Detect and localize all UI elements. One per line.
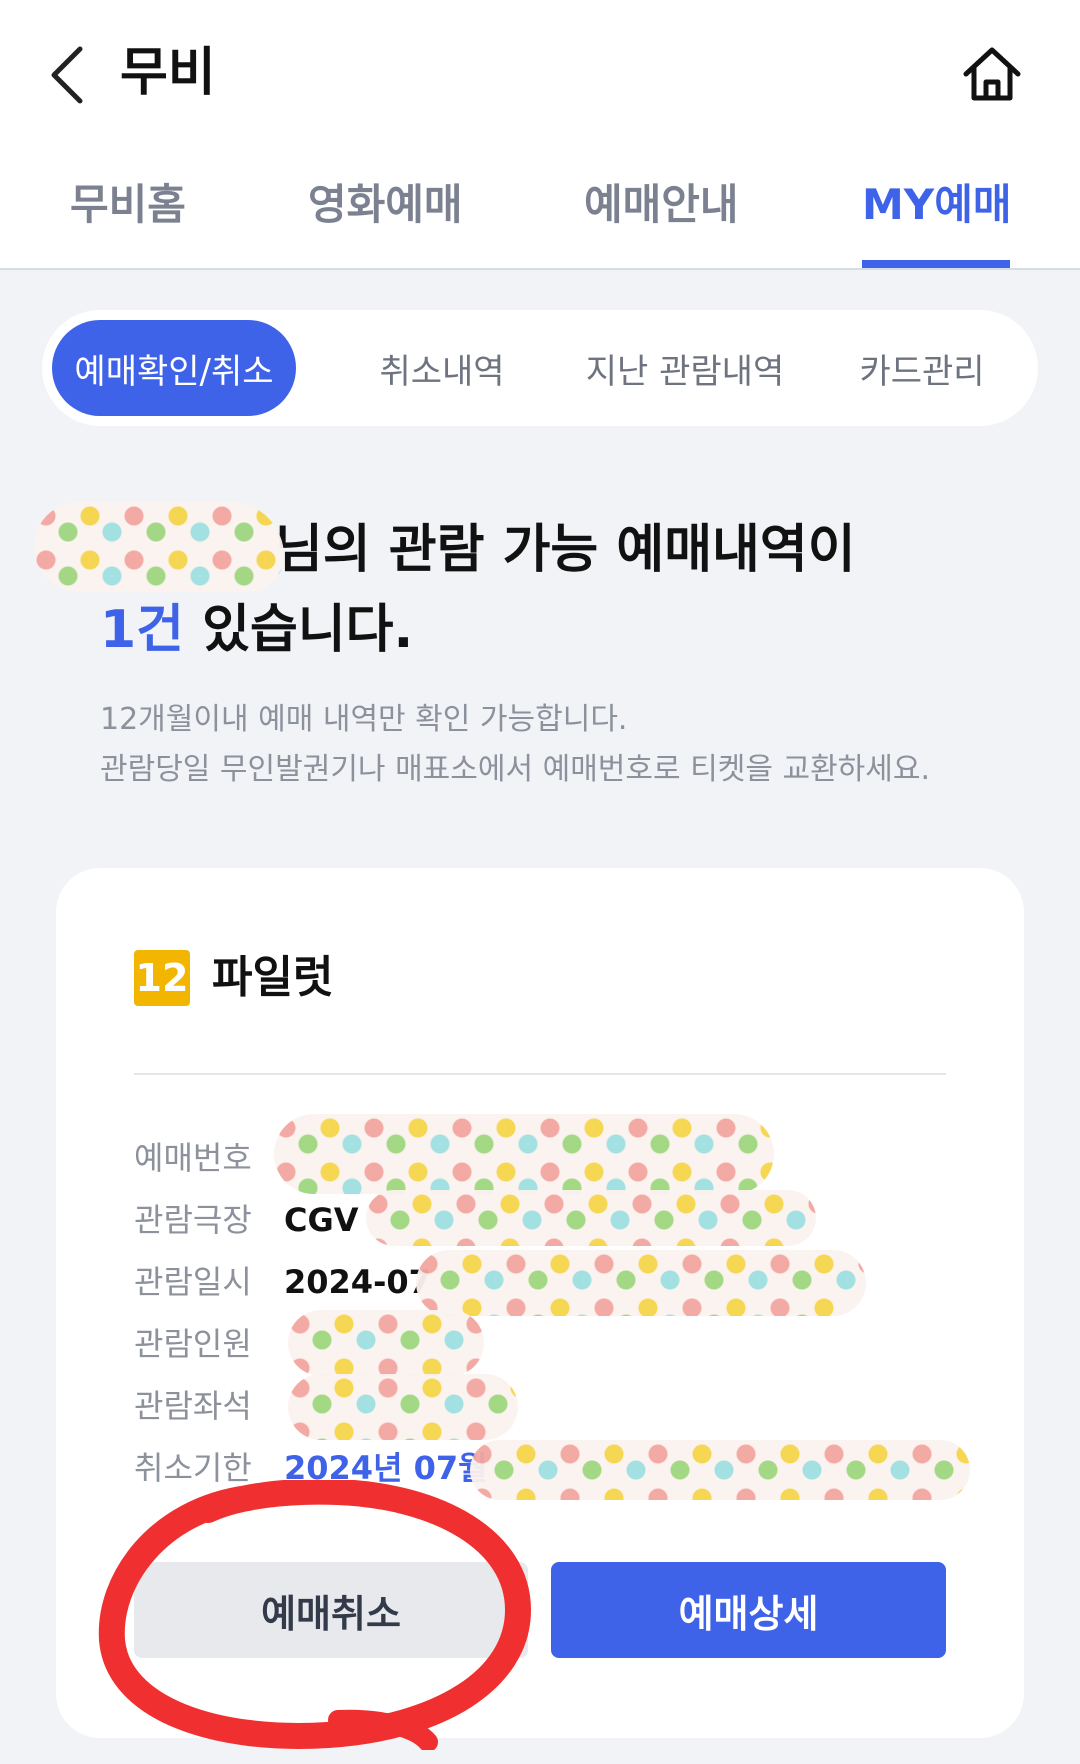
app-header: 무비 무비홈 영화예매 예매안내 MY예매 — [0, 0, 1080, 270]
privacy-mask — [274, 1114, 774, 1194]
info-label: 예매번호 — [134, 1139, 252, 1177]
tab-movie-booking[interactable]: 영화예매 — [308, 170, 463, 270]
info-value: CGV — [284, 1201, 359, 1239]
summary-text-2: 있습니다. — [184, 600, 414, 660]
info-label: 관람일시 — [134, 1263, 252, 1301]
notice-line-2: 관람당일 무인발권기나 매표소에서 예매번호로 티켓을 교환하세요. — [100, 752, 931, 787]
info-label: 관람인원 — [134, 1325, 252, 1363]
notice-text: 12개월이내 예매 내역만 확인 가능합니다. 관람당일 무인발권기나 매표소에… — [100, 695, 1000, 795]
privacy-mask — [366, 1190, 816, 1246]
info-row-seat: 관람좌석 — [134, 1378, 954, 1434]
divider — [134, 1073, 946, 1075]
home-icon — [963, 47, 1021, 101]
summary-heading-2: 1건 있습니다. — [100, 590, 413, 670]
privacy-mask — [288, 1310, 484, 1376]
info-label: 관람극장 — [134, 1201, 252, 1239]
info-value: 2024년 07월 — [284, 1449, 488, 1487]
notice-line-1: 12개월이내 예매 내역만 확인 가능합니다. — [100, 702, 628, 737]
booking-detail-button[interactable]: 예매상세 — [551, 1562, 946, 1658]
ticket-card: 12 파일럿 예매번호 관람극장 CGV 관람일시 2024-07 관람인원 관… — [56, 868, 1024, 1738]
booking-count: 1건 — [100, 600, 185, 660]
movie-title: 파일럿 — [212, 952, 334, 1003]
privacy-mask — [416, 1250, 866, 1316]
sub-tab-cancel-history[interactable]: 취소내역 — [342, 320, 542, 416]
sub-tab-past-viewing[interactable]: 지난 관람내역 — [550, 320, 820, 416]
info-label: 관람좌석 — [134, 1387, 252, 1425]
active-tab-indicator — [862, 260, 1010, 268]
tab-booking-guide[interactable]: 예매안내 — [584, 170, 739, 270]
chevron-left-icon — [51, 46, 83, 104]
info-label: 취소기한 — [134, 1449, 252, 1487]
cancel-booking-button[interactable]: 예매취소 — [134, 1562, 528, 1658]
main-tabs: 무비홈 영화예매 예매안내 MY예매 — [0, 170, 1080, 270]
info-row-people: 관람인원 — [134, 1316, 954, 1372]
tab-movie-home[interactable]: 무비홈 — [70, 170, 186, 270]
sub-tab-booking-check-cancel[interactable]: 예매확인/취소 — [52, 320, 296, 416]
privacy-mask — [288, 1374, 518, 1440]
home-button[interactable] — [956, 38, 1028, 110]
page-title: 무비 — [120, 43, 216, 103]
tab-my-booking[interactable]: MY예매 — [862, 170, 1012, 270]
page: 무비 무비홈 영화예매 예매안내 MY예매 예매확인/취소 취소내역 지난 관람… — [0, 0, 1080, 1764]
info-value: 2024-07 — [284, 1263, 431, 1301]
privacy-mask — [34, 502, 284, 592]
back-button[interactable] — [36, 40, 96, 110]
privacy-mask — [470, 1440, 970, 1500]
sub-tabs: 예매확인/취소 취소내역 지난 관람내역 카드관리 — [42, 310, 1038, 426]
summary-text-1: 님의 관람 가능 예매내역이 — [275, 520, 856, 580]
age-rating-badge: 12 — [134, 950, 190, 1006]
sub-tab-card-management[interactable]: 카드관리 — [832, 320, 1012, 416]
